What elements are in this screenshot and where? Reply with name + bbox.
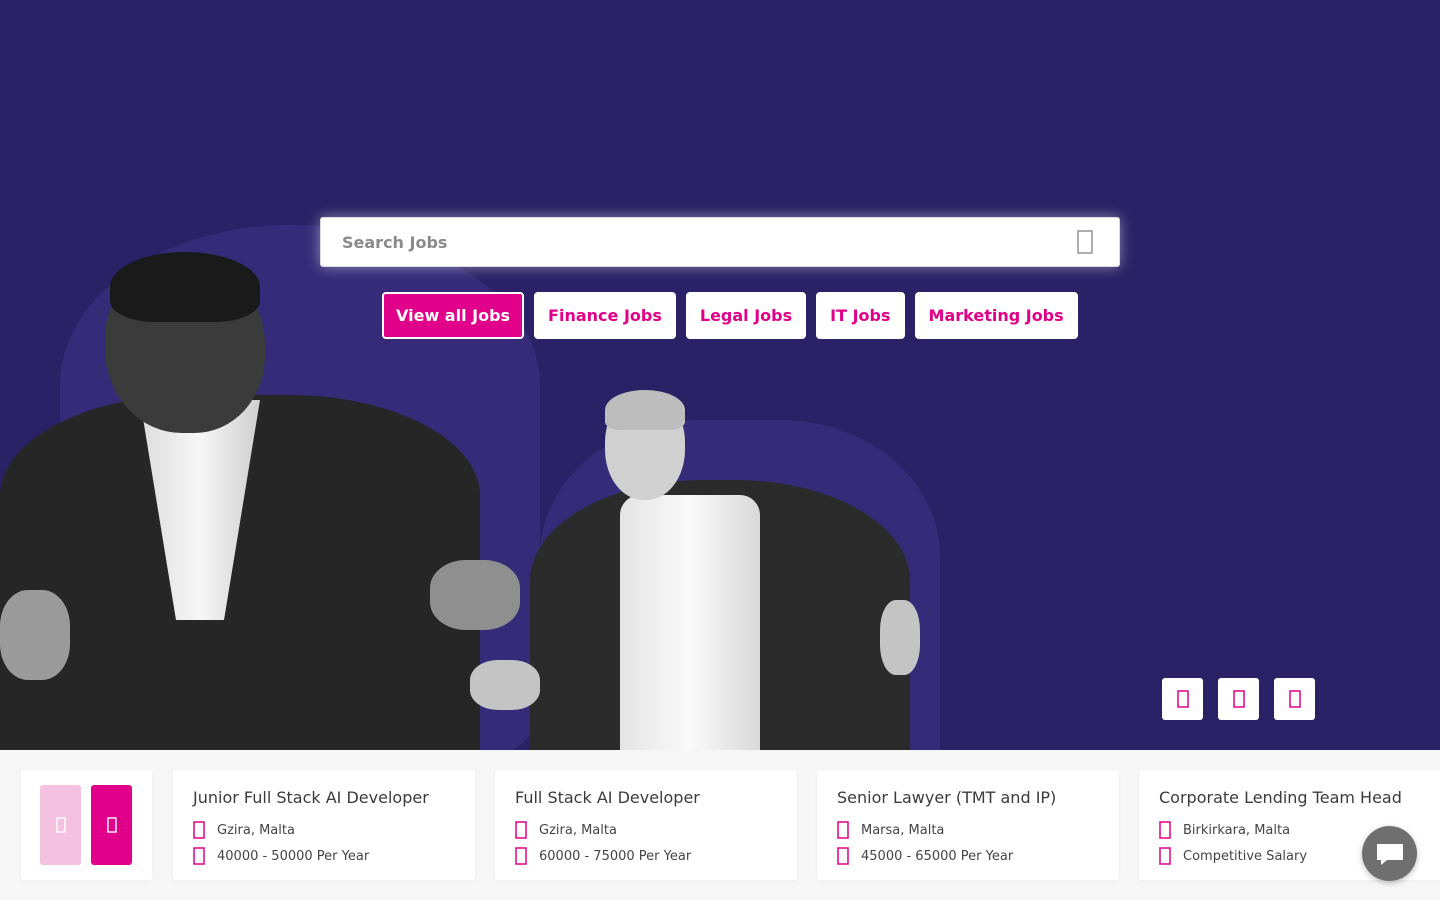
hero-person-right-hand xyxy=(880,600,920,675)
job-category-links: View all Jobs Finance Jobs Legal Jobs IT… xyxy=(382,292,1078,339)
hero-person-extra-hand xyxy=(0,590,70,680)
job-salary-text: 60000 - 75000 Per Year xyxy=(539,848,692,864)
it-jobs-button[interactable]: IT Jobs xyxy=(816,292,905,339)
hero-person-left-hand xyxy=(430,560,520,630)
hero-action-buttons xyxy=(1162,678,1315,720)
salary-icon xyxy=(193,847,217,865)
user-icon[interactable] xyxy=(1162,678,1203,720)
job-card[interactable]: Junior Full Stack AI Developer Gzira, Ma… xyxy=(173,770,475,880)
view-all-jobs-button[interactable]: View all Jobs xyxy=(382,292,525,339)
location-pin-icon xyxy=(193,821,217,839)
job-location: Gzira, Malta xyxy=(193,817,455,843)
job-location-text: Birkirkara, Malta xyxy=(1183,822,1291,838)
job-title[interactable]: Junior Full Stack AI Developer xyxy=(193,788,455,807)
chat-bubble-icon xyxy=(1376,843,1403,865)
job-search-bar xyxy=(320,217,1120,267)
hero-person-left-hair xyxy=(110,252,260,322)
job-salary: 40000 - 50000 Per Year xyxy=(193,843,455,869)
job-location-text: Gzira, Malta xyxy=(539,822,617,838)
job-title[interactable]: Full Stack AI Developer xyxy=(515,788,777,807)
hero-person-right-hair xyxy=(605,390,685,430)
phone-icon[interactable] xyxy=(1274,678,1315,720)
location-pin-icon xyxy=(515,821,539,839)
location-pin-icon xyxy=(1159,821,1183,839)
salary-icon xyxy=(1159,847,1183,865)
job-salary-text: 45000 - 65000 Per Year xyxy=(861,848,1014,864)
marketing-jobs-button[interactable]: Marketing Jobs xyxy=(914,292,1078,339)
job-salary: 60000 - 75000 Per Year xyxy=(515,843,777,869)
job-location-text: Marsa, Malta xyxy=(861,822,945,838)
briefcase-icon[interactable] xyxy=(1218,678,1259,720)
salary-icon xyxy=(837,847,861,865)
featured-jobs-carousel: Junior Full Stack AI Developer Gzira, Ma… xyxy=(0,750,1440,900)
job-card[interactable]: Full Stack AI Developer Gzira, Malta 600… xyxy=(495,770,797,880)
location-pin-icon xyxy=(837,821,861,839)
carousel-navigation xyxy=(21,770,152,880)
job-location: Gzira, Malta xyxy=(515,817,777,843)
job-title[interactable]: Corporate Lending Team Head xyxy=(1159,788,1421,807)
salary-icon xyxy=(515,847,539,865)
hero-person-right-hand xyxy=(470,660,540,710)
finance-jobs-button[interactable]: Finance Jobs xyxy=(534,292,676,339)
job-location-text: Gzira, Malta xyxy=(217,822,295,838)
job-salary-text: Competitive Salary xyxy=(1183,848,1308,864)
job-title[interactable]: Senior Lawyer (TMT and IP) xyxy=(837,788,1099,807)
carousel-next-button[interactable] xyxy=(91,785,132,865)
legal-jobs-button[interactable]: Legal Jobs xyxy=(685,292,807,339)
chat-widget-button[interactable] xyxy=(1362,826,1417,881)
job-salary-text: 40000 - 50000 Per Year xyxy=(217,848,370,864)
hero-banner: View all Jobs Finance Jobs Legal Jobs IT… xyxy=(0,0,1440,750)
hero-person-right-shirt xyxy=(620,495,760,750)
job-salary: 45000 - 65000 Per Year xyxy=(837,843,1099,869)
search-input[interactable] xyxy=(321,218,1065,266)
carousel-prev-button[interactable] xyxy=(40,785,81,865)
job-location: Marsa, Malta xyxy=(837,817,1099,843)
job-card[interactable]: Senior Lawyer (TMT and IP) Marsa, Malta … xyxy=(817,770,1119,880)
search-icon[interactable] xyxy=(1065,222,1105,262)
